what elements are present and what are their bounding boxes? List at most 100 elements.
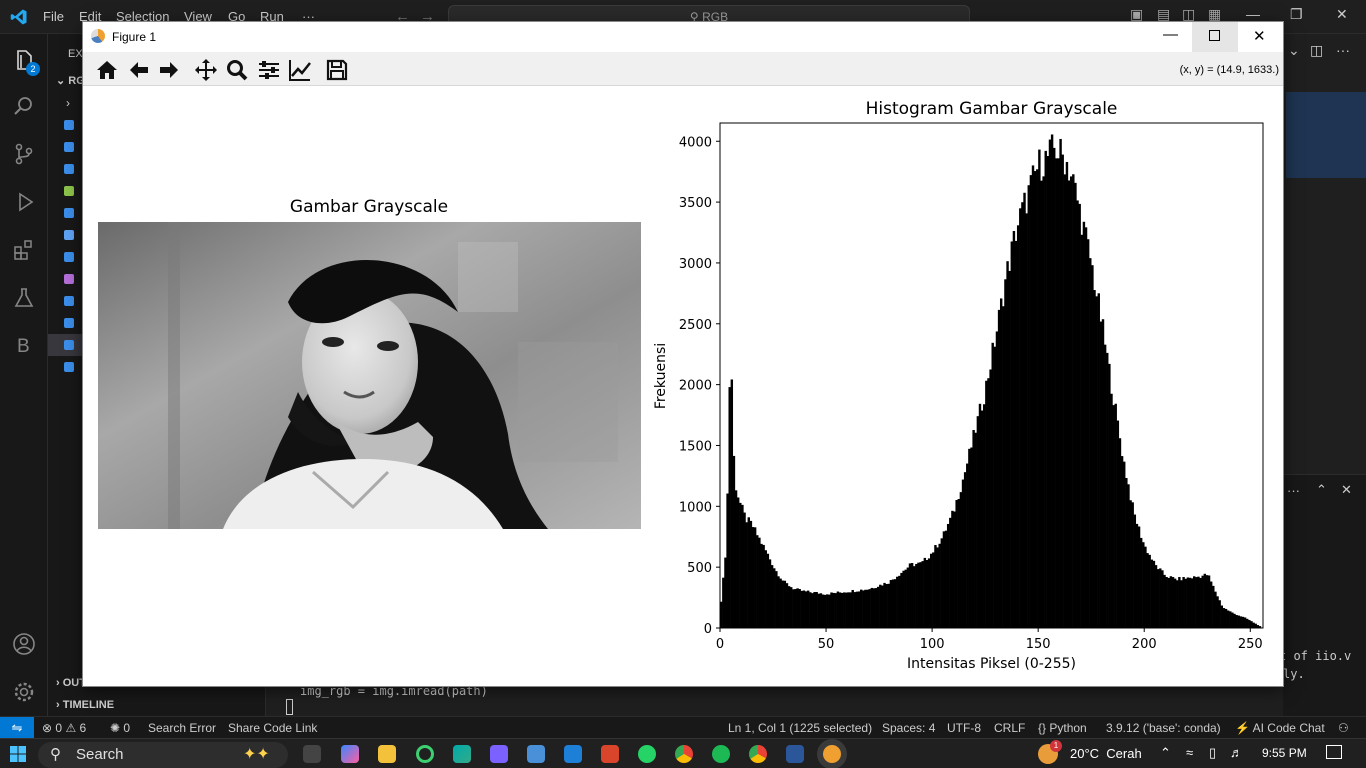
sidebar-toggle-icon[interactable]: ◫	[1182, 6, 1195, 23]
chrome-icon[interactable]	[749, 745, 767, 763]
indentation-status[interactable]: Spaces: 4	[882, 721, 935, 735]
back-icon[interactable]	[127, 58, 151, 82]
python-file-icon[interactable]	[64, 208, 74, 218]
figure-minimize-icon[interactable]: —	[1163, 26, 1178, 43]
image-file-icon[interactable]	[64, 274, 74, 284]
app-icon[interactable]	[527, 745, 545, 763]
python-file-icon[interactable]	[64, 120, 74, 130]
chrome-icon[interactable]	[675, 745, 693, 763]
editor-more-icon[interactable]: ···	[1336, 42, 1350, 58]
app-icon[interactable]	[490, 745, 508, 763]
taskbar-search[interactable]: ⚲ Search ✦✦	[38, 742, 288, 768]
zoom-icon[interactable]	[225, 58, 249, 82]
histogram-bar	[741, 504, 744, 628]
settings-gear-icon[interactable]	[12, 680, 36, 704]
split-editor-icon[interactable]: ◫	[1310, 42, 1323, 59]
vs-minimize-icon[interactable]: —	[1246, 6, 1260, 22]
cursor-position[interactable]: Ln 1, Col 1 (1225 selected)	[728, 721, 872, 735]
histogram-bar	[872, 588, 876, 628]
file-explorer-icon[interactable]	[378, 745, 396, 763]
save-icon[interactable]	[325, 58, 349, 82]
ai-code-chat[interactable]: ⚡ AI Code Chat	[1235, 721, 1325, 735]
customize-layout-icon[interactable]: ▦	[1208, 6, 1221, 23]
notification-center-icon[interactable]	[1326, 745, 1342, 759]
histogram-bar	[1112, 405, 1115, 628]
terminal-text: ly.	[1283, 667, 1305, 681]
spotify-icon[interactable]	[712, 745, 730, 763]
menu-file[interactable]: File	[43, 9, 64, 24]
app-icon[interactable]	[601, 745, 619, 763]
battery-icon[interactable]: ▯	[1209, 745, 1216, 761]
minimap-slider[interactable]	[1286, 92, 1366, 178]
word-icon[interactable]	[786, 745, 804, 763]
tray-overflow-icon[interactable]: ⌃	[1160, 745, 1171, 761]
histogram-bar	[957, 498, 960, 628]
python-file-icon[interactable]	[64, 164, 74, 174]
histogram-bar	[1008, 270, 1011, 628]
figure-toolbar: (x, y) = (14.9, 1633.)	[83, 52, 1283, 86]
eol-status[interactable]: CRLF	[994, 721, 1025, 735]
edit-axis-icon[interactable]	[288, 58, 312, 82]
panel-close-icon[interactable]: ✕	[1341, 482, 1352, 498]
histogram-bar	[1033, 171, 1037, 628]
edge-icon[interactable]	[453, 745, 471, 763]
remote-icon[interactable]: ⇋	[0, 717, 34, 739]
histogram-bar	[1176, 580, 1179, 628]
histogram-bar	[1231, 612, 1234, 628]
python-interpreter[interactable]: 3.9.12 ('base': conda)	[1106, 721, 1221, 735]
python-file-icon[interactable]	[64, 296, 74, 306]
histogram-bar	[1127, 484, 1130, 628]
panel-more-icon[interactable]: ···	[1287, 483, 1300, 498]
home-icon[interactable]	[95, 58, 119, 82]
task-view-icon[interactable]	[303, 745, 321, 763]
whatsapp-icon[interactable]	[638, 745, 656, 763]
figure-close-icon[interactable]: ✕	[1253, 27, 1266, 45]
forward-icon[interactable]	[157, 58, 181, 82]
b-extension-icon[interactable]: B	[17, 336, 30, 358]
panel-maximize-icon[interactable]: ⌃	[1316, 482, 1327, 498]
panel-toggle-icon[interactable]: ▤	[1157, 6, 1170, 23]
share-code-link[interactable]: Share Code Link	[228, 721, 317, 735]
matplotlib-figure-taskbar-icon[interactable]	[823, 745, 841, 763]
tab-dropdown-icon[interactable]: ⌄	[1288, 42, 1300, 59]
collapsed-folder-chevron-icon[interactable]: ›	[66, 96, 70, 110]
layout-toggle-icon[interactable]: ▣	[1130, 6, 1143, 23]
python-file-icon[interactable]	[64, 362, 74, 372]
figure-canvas[interactable]: Gambar Grayscale Histogram Gambar Graysc…	[83, 86, 1283, 686]
windows-start-icon[interactable]	[10, 746, 26, 762]
problems-indicator[interactable]: ⊗ 0 ⚠ 6	[42, 721, 86, 735]
histogram-bar	[1091, 265, 1094, 628]
histogram-bar	[1076, 200, 1079, 628]
extensions-icon[interactable]	[12, 238, 36, 262]
python-file-icon[interactable]	[64, 252, 74, 262]
source-control-icon[interactable]	[12, 142, 36, 166]
vs-restore-icon[interactable]: ❐	[1290, 6, 1303, 23]
run-debug-icon[interactable]	[12, 190, 36, 214]
histogram-bar	[796, 588, 799, 628]
testing-flask-icon[interactable]	[12, 286, 36, 310]
search-error-item[interactable]: Search Error	[148, 721, 216, 735]
vscode-taskbar-icon[interactable]	[564, 745, 582, 763]
ports-indicator[interactable]: ✺ 0	[110, 721, 130, 735]
python-file-icon[interactable]	[64, 318, 74, 328]
csv-file-icon[interactable]	[64, 186, 74, 196]
timeline-section[interactable]: › TIMELINE	[56, 699, 114, 711]
pan-icon[interactable]	[194, 58, 218, 82]
volume-icon[interactable]: ♬	[1230, 745, 1243, 760]
selected-file-row[interactable]	[48, 334, 83, 356]
app-icon[interactable]	[416, 745, 434, 763]
python-file-icon[interactable]	[64, 142, 74, 152]
wifi-icon[interactable]: ≈	[1186, 745, 1193, 760]
copilot-icon[interactable]	[341, 745, 359, 763]
account-icon[interactable]	[12, 632, 36, 656]
encoding-status[interactable]: UTF-8	[947, 721, 981, 735]
vs-close-icon[interactable]: ✕	[1336, 6, 1348, 23]
notifications-bell-icon[interactable]: ⚇	[1338, 721, 1349, 735]
db-file-icon[interactable]	[64, 230, 74, 240]
figure-maximize-button[interactable]	[1192, 22, 1238, 52]
clock-time[interactable]: 9:55 PM	[1262, 746, 1307, 760]
configure-subplots-icon[interactable]	[257, 58, 281, 82]
search-icon[interactable]	[12, 94, 36, 118]
histogram-bar	[1207, 575, 1211, 628]
language-mode[interactable]: {} Python	[1038, 721, 1087, 735]
